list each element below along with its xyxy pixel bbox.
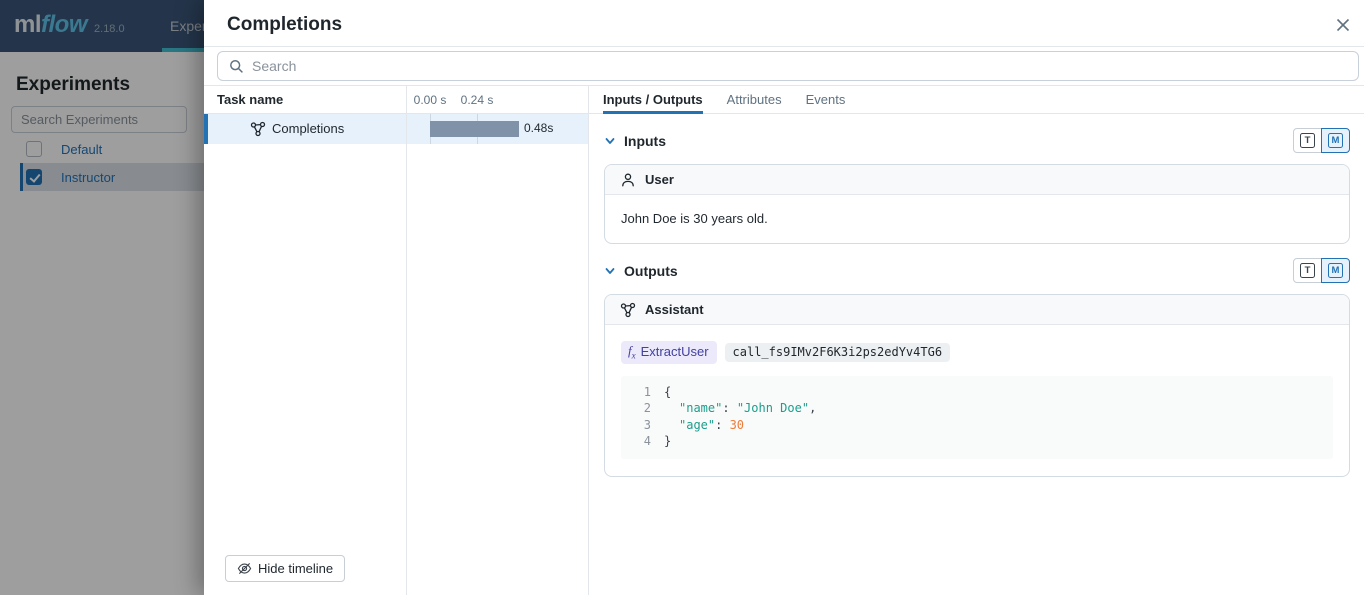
inputs-section-header: Inputs T M [604, 128, 1350, 153]
inputs-section-label: Inputs [624, 133, 666, 149]
line-number: 2 [621, 400, 651, 417]
timeline-header: Task name 0.00 s 0.24 s [204, 86, 588, 114]
code-line: 3 "age": 30 [621, 417, 1333, 434]
markdown-view-icon: M [1328, 133, 1343, 148]
function-name-chip: fx ExtractUser [621, 341, 717, 364]
user-message-card: User John Doe is 30 years old. [604, 164, 1350, 244]
modal-body: Task name 0.00 s 0.24 s [204, 86, 1364, 595]
line-number: 4 [621, 433, 651, 450]
function-arguments-code: 1 { 2 "name": "John Doe", 3 "age": 30 [621, 376, 1333, 459]
tab-events[interactable]: Events [806, 86, 846, 113]
line-number: 1 [621, 384, 651, 401]
user-card-header: User [605, 165, 1349, 195]
tab-inputs-outputs[interactable]: Inputs / Outputs [603, 86, 703, 113]
line-number: 3 [621, 417, 651, 434]
inputs-view-toggle: T M [1293, 128, 1350, 153]
search-icon [229, 59, 244, 74]
hide-timeline-button[interactable]: Hide timeline [225, 555, 345, 582]
screen: mlflow 2.18.0 Experiments Experiments De… [0, 0, 1364, 595]
column-separator [406, 86, 407, 595]
agent-node-icon [620, 302, 636, 318]
inputs-collapse-toggle[interactable]: Inputs [604, 133, 666, 149]
details-content: Inputs T M [589, 114, 1364, 595]
outputs-collapse-toggle[interactable]: Outputs [604, 263, 678, 279]
hide-timeline-label: Hide timeline [258, 561, 333, 576]
code-line: 1 { [621, 384, 1333, 401]
outputs-view-toggle: T M [1293, 258, 1350, 283]
assistant-role-label: Assistant [645, 302, 704, 317]
text-view-button[interactable]: T [1293, 128, 1322, 153]
function-call-row: fx ExtractUser call_fs9IMv2F6K3i2ps2edYv… [621, 341, 1333, 364]
agent-node-icon [250, 121, 266, 137]
function-name: ExtractUser [641, 344, 709, 359]
chevron-down-icon [604, 265, 616, 277]
assistant-message-card: Assistant fx ExtractUser call_fs9IMv2F6K… [604, 294, 1350, 477]
assistant-card-header: Assistant [605, 295, 1349, 325]
user-role-label: User [645, 172, 674, 187]
tab-attributes[interactable]: Attributes [727, 86, 782, 113]
search-input[interactable] [252, 58, 1358, 74]
task-row-completions[interactable]: Completions 0.48s [204, 114, 588, 144]
task-name-column-header: Task name [217, 92, 283, 107]
text-view-button[interactable]: T [1293, 258, 1322, 283]
details-panel: Inputs / Outputs Attributes Events [588, 86, 1364, 595]
selected-row-accent [204, 114, 208, 144]
code-line: 2 "name": "John Doe", [621, 400, 1333, 417]
eye-off-icon [237, 561, 252, 576]
chevron-down-icon [604, 135, 616, 147]
trace-detail-modal: Completions [204, 0, 1364, 595]
text-view-icon: T [1300, 133, 1315, 148]
duration-label: 0.48s [524, 121, 553, 135]
details-tabs: Inputs / Outputs Attributes Events [589, 86, 1364, 114]
markdown-view-button[interactable]: M [1321, 128, 1350, 153]
outputs-section-label: Outputs [624, 263, 678, 279]
search-box[interactable] [217, 51, 1359, 81]
close-button[interactable] [1332, 14, 1354, 36]
call-id-chip: call_fs9IMv2F6K3i2ps2edYv4TG6 [725, 343, 951, 362]
close-icon [1336, 18, 1350, 32]
outputs-section-header: Outputs T M [604, 258, 1350, 283]
task-row-label: Completions [272, 121, 344, 136]
duration-bar [430, 121, 519, 137]
modal-header: Completions [204, 0, 1364, 47]
markdown-view-button[interactable]: M [1321, 258, 1350, 283]
modal-title: Completions [227, 14, 342, 36]
text-view-icon: T [1300, 263, 1315, 278]
timeline-tick: 0.00 s [414, 93, 447, 107]
assistant-message-body: fx ExtractUser call_fs9IMv2F6K3i2ps2edYv… [605, 325, 1349, 476]
timeline-panel: Task name 0.00 s 0.24 s [204, 86, 588, 595]
timeline-tick: 0.24 s [461, 93, 494, 107]
markdown-view-icon: M [1328, 263, 1343, 278]
user-message-text: John Doe is 30 years old. [605, 195, 1349, 243]
modal-search-row [204, 47, 1364, 86]
code-line: 4 } [621, 433, 1333, 450]
user-icon [620, 172, 636, 188]
function-icon: fx [628, 343, 636, 361]
